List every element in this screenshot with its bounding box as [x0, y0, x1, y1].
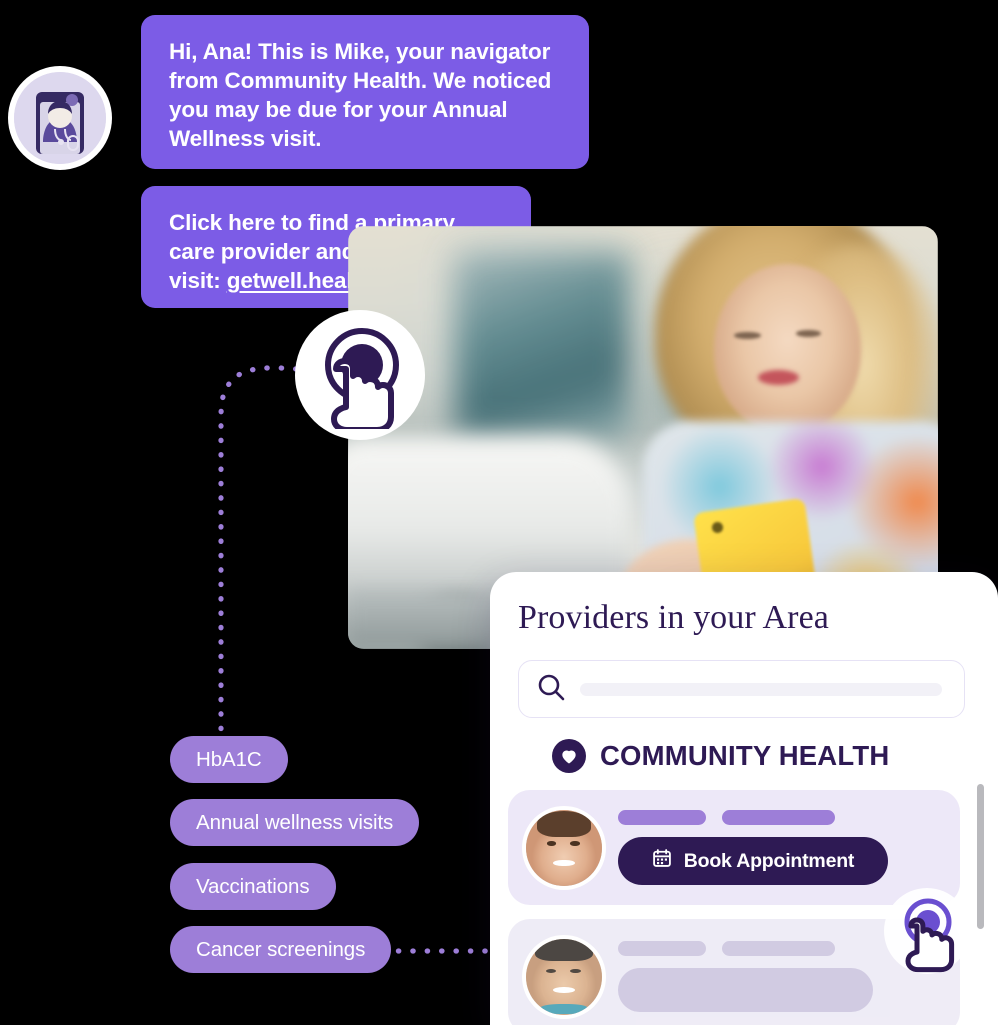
tag-pill-label: Cancer screenings	[196, 937, 366, 961]
provider-specialty-placeholder	[722, 810, 835, 825]
calendar-icon	[652, 848, 672, 874]
provider-row-1[interactable]: Book Appointment	[508, 790, 960, 905]
provider-avatar-2	[526, 938, 602, 1015]
book-appointment-label: Book Appointment	[683, 849, 855, 872]
brand-row: COMMUNITY HEALTH	[552, 739, 889, 773]
provider-name-placeholder	[618, 810, 706, 825]
provider-specialty-placeholder	[722, 941, 835, 956]
tag-pill-vaccinations[interactable]: Vaccinations	[170, 863, 336, 910]
search-input[interactable]	[518, 660, 965, 718]
tap-cursor-icon-top[interactable]	[295, 310, 425, 440]
provider-name-placeholder	[618, 941, 706, 956]
tag-pill-label: Vaccinations	[196, 874, 310, 898]
chat-bubble-1-text: Hi, Ana! This is Mike, your navigator fr…	[169, 39, 552, 151]
search-icon	[536, 672, 566, 707]
tag-pill-hba1c[interactable]: HbA1C	[170, 736, 288, 783]
search-placeholder-bar	[580, 682, 942, 696]
screenshot-canvas: Hi, Ana! This is Mike, your navigator fr…	[0, 0, 998, 1025]
chat-bubble-1: Hi, Ana! This is Mike, your navigator fr…	[141, 15, 589, 169]
page-title: Providers in your Area	[518, 599, 829, 636]
book-appointment-button[interactable]	[618, 968, 873, 1012]
vertical-scrollbar[interactable]	[977, 784, 984, 929]
tag-pill-label: HbA1C	[196, 747, 262, 771]
book-appointment-button[interactable]: Book Appointment	[618, 837, 888, 885]
brand-name: COMMUNITY HEALTH	[600, 740, 890, 771]
tag-pill-cancer-screenings[interactable]: Cancer screenings	[170, 926, 392, 973]
navigator-avatar	[8, 66, 112, 170]
navigator-avatar-icon	[14, 72, 106, 164]
tag-pill-label: Annual wellness visits	[196, 810, 394, 834]
provider-avatar-1	[526, 809, 602, 886]
tag-pill-annual-wellness-visits[interactable]: Annual wellness visits	[170, 799, 420, 846]
heart-icon	[552, 739, 586, 773]
tap-cursor-icon-bottom[interactable]	[895, 896, 975, 987]
